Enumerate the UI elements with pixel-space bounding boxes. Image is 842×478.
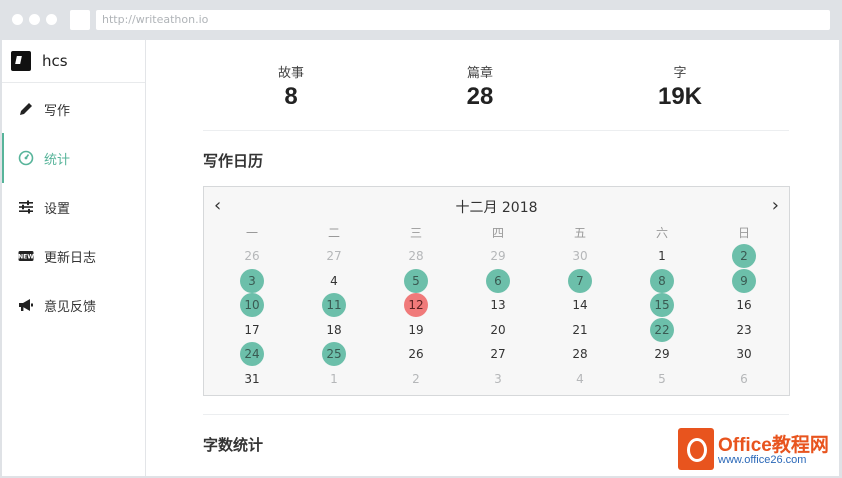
- calendar-day[interactable]: 4: [322, 269, 346, 293]
- calendar-section-title: 写作日历: [203, 152, 264, 170]
- brand-name: hcs: [42, 52, 68, 70]
- calendar-day[interactable]: 17: [240, 318, 264, 342]
- divider: [203, 130, 789, 131]
- stat-value: 28: [466, 83, 494, 110]
- sidebar-item-label: 写作: [44, 104, 71, 119]
- sidebar-item-label: 设置: [44, 202, 71, 217]
- sidebar: hcs 写作 统计 设置 NEW 更新日志 意见反馈: [2, 40, 146, 476]
- sidebar-item-changelog[interactable]: NEW 更新日志: [2, 241, 145, 271]
- main-content: 故事 8 篇章 28 字 19K 写作日历 ‹ 十二月 2018 › 一二三四五…: [147, 40, 839, 476]
- browser-window: http://writeathon.io hcs 写作 统计 设置 NEW 更新…: [0, 0, 842, 478]
- calendar-day[interactable]: 30: [732, 342, 756, 366]
- calendar-day[interactable]: 1: [650, 244, 674, 268]
- calendar-day[interactable]: 6: [486, 268, 510, 293]
- calendar-day[interactable]: 3: [486, 367, 510, 391]
- calendar-day[interactable]: 4: [568, 367, 592, 391]
- sidebar-item-label: 统计: [44, 153, 71, 168]
- sliders-icon: [19, 200, 33, 214]
- window-dot[interactable]: [46, 14, 57, 25]
- calendar-day[interactable]: 25: [322, 342, 346, 367]
- logo-icon: [11, 51, 31, 71]
- next-month-button[interactable]: ›: [772, 195, 779, 216]
- gauge-icon: [18, 150, 34, 166]
- address-bar[interactable]: http://writeathon.io: [96, 10, 830, 30]
- calendar-day[interactable]: 1: [322, 367, 346, 391]
- weekday-header: 一二三四五六日: [208, 224, 787, 240]
- stat-label: 篇章: [466, 66, 493, 81]
- weekday-label: 四: [491, 226, 504, 240]
- tab-icon[interactable]: [70, 10, 90, 30]
- calendar-day[interactable]: 14: [568, 293, 592, 317]
- svg-text:NEW: NEW: [18, 254, 34, 261]
- calendar-day[interactable]: 31: [240, 367, 264, 391]
- calendar-day[interactable]: 2: [732, 244, 756, 268]
- calendar-month-label: 十二月 2018: [455, 200, 538, 216]
- calendar-day[interactable]: 8: [650, 268, 674, 293]
- weekday-label: 三: [409, 226, 422, 240]
- calendar-day[interactable]: 6: [732, 367, 756, 391]
- office-logo-icon: [678, 428, 714, 470]
- weekday-label: 五: [573, 226, 586, 240]
- weekday-label: 一: [245, 226, 258, 240]
- sidebar-item-label: 意见反馈: [44, 300, 97, 315]
- window-dot[interactable]: [12, 14, 23, 25]
- sidebar-item-settings[interactable]: 设置: [2, 192, 145, 222]
- calendar-day[interactable]: 5: [650, 367, 674, 391]
- calendar-day[interactable]: 11: [322, 293, 346, 318]
- calendar-day[interactable]: 5: [404, 268, 428, 293]
- browser-chrome: http://writeathon.io: [0, 0, 842, 40]
- brand[interactable]: hcs: [2, 40, 145, 83]
- calendar-day[interactable]: 19: [404, 318, 428, 342]
- watermark-url: www.office26.com: [718, 454, 807, 466]
- calendar-day[interactable]: 10: [240, 293, 264, 318]
- weekday-label: 日: [737, 226, 750, 240]
- calendar-day[interactable]: 26: [240, 244, 264, 268]
- calendar-day[interactable]: 27: [322, 244, 346, 268]
- calendar-day[interactable]: 30: [568, 244, 592, 268]
- watermark: Office教程网 www.office26.com: [678, 426, 838, 472]
- calendar-day[interactable]: 29: [486, 244, 510, 268]
- weekday-label: 二: [327, 226, 340, 240]
- sidebar-item-write[interactable]: 写作: [2, 94, 145, 124]
- stat-value: 8: [284, 83, 298, 110]
- stat-label: 字: [673, 66, 687, 81]
- sidebar-item-stats[interactable]: 统计: [2, 133, 145, 183]
- calendar-day[interactable]: 27: [486, 342, 510, 366]
- stat-stories: 故事 8: [231, 62, 351, 111]
- new-badge-icon: NEW: [18, 251, 34, 261]
- calendar-day[interactable]: 2: [404, 367, 428, 391]
- calendar-day[interactable]: 7: [568, 268, 592, 293]
- writing-calendar: ‹ 十二月 2018 › 一二三四五六日 26 27 28 29 30 1 2 3 4 5 6 7 8 9…: [203, 186, 790, 396]
- calendar-day[interactable]: 28: [568, 342, 592, 366]
- calendar-day[interactable]: 16: [732, 293, 756, 317]
- calendar-day[interactable]: 13: [486, 293, 510, 317]
- sidebar-item-feedback[interactable]: 意见反馈: [2, 290, 145, 320]
- calendar-day[interactable]: 26: [404, 342, 428, 366]
- stat-words: 字 19K: [620, 62, 740, 111]
- calendar-day[interactable]: 3: [240, 268, 264, 293]
- stat-label: 故事: [277, 66, 304, 81]
- calendar-day[interactable]: 15: [650, 293, 674, 318]
- calendar-day[interactable]: 28: [404, 244, 428, 268]
- calendar-day[interactable]: 18: [322, 318, 346, 342]
- sidebar-item-label: 更新日志: [44, 251, 97, 266]
- calendar-day[interactable]: 9: [732, 268, 756, 293]
- calendar-day[interactable]: 20: [486, 318, 510, 342]
- calendar-day[interactable]: 29: [650, 342, 674, 366]
- calendar-day[interactable]: 22: [650, 317, 674, 342]
- window-dot[interactable]: [29, 14, 40, 25]
- watermark-title: Office教程网: [718, 435, 829, 456]
- app: hcs 写作 统计 设置 NEW 更新日志 意见反馈 故事 8 篇章 28 字 …: [2, 40, 839, 476]
- calendar-day[interactable]: 21: [568, 318, 592, 342]
- calendar-day[interactable]: 12: [404, 293, 428, 318]
- divider: [203, 414, 789, 415]
- stat-chapters: 篇章 28: [420, 62, 540, 111]
- pencil-icon: [20, 103, 32, 115]
- word-stats-section-title: 字数统计: [203, 436, 264, 454]
- calendar-day[interactable]: 24: [240, 342, 264, 367]
- stat-value: 19K: [657, 83, 703, 110]
- megaphone-icon: [19, 299, 33, 311]
- calendar-day[interactable]: 23: [732, 318, 756, 342]
- weekday-label: 六: [655, 226, 668, 240]
